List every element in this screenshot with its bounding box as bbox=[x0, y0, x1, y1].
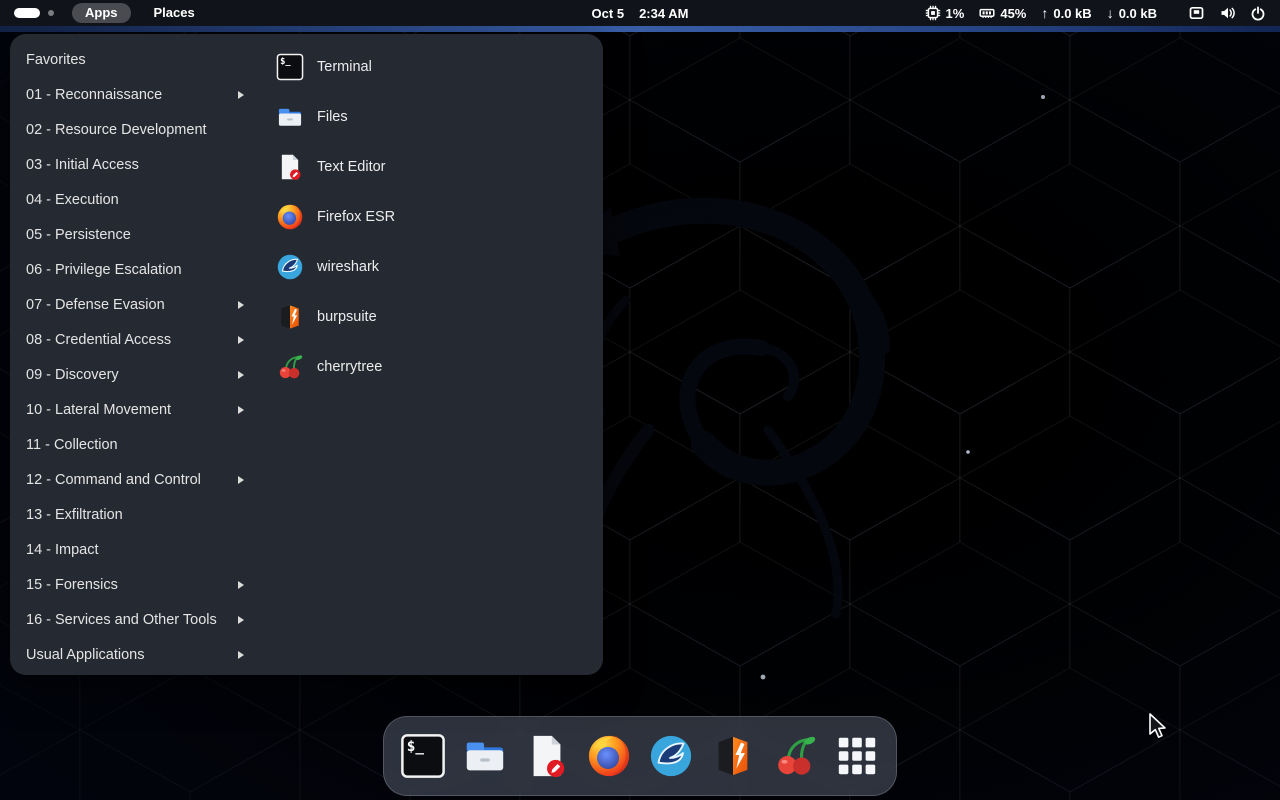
text-editor-icon bbox=[524, 733, 570, 779]
dock-cherrytree[interactable] bbox=[772, 733, 818, 779]
time-label: 2:34 AM bbox=[639, 6, 688, 21]
submenu-arrow-icon bbox=[238, 651, 244, 659]
net-upload-value: 0.0 kB bbox=[1053, 6, 1091, 21]
menu-category-impact[interactable]: 14 - Impact bbox=[10, 532, 256, 567]
menu-category-favorites[interactable]: Favorites bbox=[10, 42, 256, 77]
apps-grid-icon bbox=[834, 733, 880, 779]
workspace-indicator[interactable] bbox=[14, 8, 54, 18]
menu-category-exfiltration[interactable]: 13 - Exfiltration bbox=[10, 497, 256, 532]
submenu-arrow-icon bbox=[238, 371, 244, 379]
files-icon bbox=[462, 733, 508, 779]
arrow-down-icon: ↓ bbox=[1107, 5, 1114, 21]
wireshark-icon bbox=[648, 733, 694, 779]
menu-app-text-editor[interactable]: Text Editor bbox=[260, 142, 411, 192]
menu-category-lateral-movement[interactable]: 10 - Lateral Movement bbox=[10, 392, 256, 427]
dock-files[interactable] bbox=[462, 733, 508, 779]
firefox-icon bbox=[276, 203, 304, 231]
menu-category-resource-development[interactable]: 02 - Resource Development bbox=[10, 112, 256, 147]
cherrytree-icon bbox=[276, 353, 304, 381]
burpsuite-icon bbox=[710, 733, 756, 779]
cpu-icon bbox=[925, 5, 941, 21]
network-icon[interactable] bbox=[1188, 5, 1205, 21]
cpu-indicator[interactable]: 1% bbox=[925, 5, 965, 21]
menu-category-list: Favorites 01 - Reconnaissance 02 - Resou… bbox=[10, 42, 256, 675]
power-icon[interactable] bbox=[1250, 5, 1266, 21]
menu-app-burpsuite[interactable]: burpsuite bbox=[260, 292, 411, 342]
menu-app-wireshark[interactable]: wireshark bbox=[260, 242, 411, 292]
menu-category-persistence[interactable]: 05 - Persistence bbox=[10, 217, 256, 252]
burpsuite-icon bbox=[276, 303, 304, 331]
workspace-active-pill bbox=[14, 8, 40, 18]
menu-category-services-other-tools[interactable]: 16 - Services and Other Tools bbox=[10, 602, 256, 637]
terminal-icon bbox=[400, 733, 446, 779]
menu-app-files[interactable]: Files bbox=[260, 92, 411, 142]
menu-category-discovery[interactable]: 09 - Discovery bbox=[10, 357, 256, 392]
firefox-icon bbox=[586, 733, 632, 779]
submenu-arrow-icon bbox=[238, 616, 244, 624]
menu-category-command-and-control[interactable]: 12 - Command and Control bbox=[10, 462, 256, 497]
menu-category-execution[interactable]: 04 - Execution bbox=[10, 182, 256, 217]
workspace-inactive-dot bbox=[48, 10, 54, 16]
terminal-icon bbox=[276, 53, 304, 81]
memory-usage-value: 45% bbox=[1000, 6, 1026, 21]
menu-category-collection[interactable]: 11 - Collection bbox=[10, 427, 256, 462]
menu-app-cherrytree[interactable]: cherrytree bbox=[260, 342, 411, 392]
menu-app-terminal[interactable]: Terminal bbox=[260, 42, 411, 92]
dock-firefox[interactable] bbox=[586, 733, 632, 779]
dock-terminal[interactable] bbox=[400, 733, 446, 779]
menu-category-initial-access[interactable]: 03 - Initial Access bbox=[10, 147, 256, 182]
top-panel: Apps Places Oct 5 2:34 AM 1% bbox=[0, 0, 1280, 26]
files-icon bbox=[276, 103, 304, 131]
memory-icon bbox=[979, 5, 995, 21]
text-editor-icon bbox=[276, 153, 304, 181]
cherrytree-icon bbox=[772, 733, 818, 779]
menu-category-forensics[interactable]: 15 - Forensics bbox=[10, 567, 256, 602]
menu-category-reconnaissance[interactable]: 01 - Reconnaissance bbox=[10, 77, 256, 112]
date-label: Oct 5 bbox=[592, 6, 625, 21]
applications-menu: Favorites 01 - Reconnaissance 02 - Resou… bbox=[10, 34, 603, 675]
submenu-arrow-icon bbox=[238, 336, 244, 344]
mouse-cursor bbox=[1148, 713, 1170, 739]
arrow-up-icon: ↑ bbox=[1041, 5, 1048, 21]
memory-indicator[interactable]: 45% bbox=[979, 5, 1026, 21]
dock-text-editor[interactable] bbox=[524, 733, 570, 779]
net-upload-indicator[interactable]: ↑ 0.0 kB bbox=[1041, 5, 1091, 21]
clock-button[interactable]: Oct 5 2:34 AM bbox=[592, 0, 689, 26]
submenu-arrow-icon bbox=[238, 581, 244, 589]
menu-favorites-list: Terminal Files Text Editor Firefox ESR w… bbox=[260, 42, 411, 675]
submenu-arrow-icon bbox=[238, 406, 244, 414]
submenu-arrow-icon bbox=[238, 301, 244, 309]
wireshark-icon bbox=[276, 253, 304, 281]
menu-app-firefox[interactable]: Firefox ESR bbox=[260, 192, 411, 242]
dock bbox=[383, 716, 897, 796]
apps-menu-button[interactable]: Apps bbox=[72, 3, 131, 23]
cpu-usage-value: 1% bbox=[946, 6, 965, 21]
submenu-arrow-icon bbox=[238, 476, 244, 484]
menu-category-defense-evasion[interactable]: 07 - Defense Evasion bbox=[10, 287, 256, 322]
dock-wireshark[interactable] bbox=[648, 733, 694, 779]
menu-category-usual-applications[interactable]: Usual Applications bbox=[10, 637, 256, 672]
menu-category-credential-access[interactable]: 08 - Credential Access bbox=[10, 322, 256, 357]
dock-show-applications[interactable] bbox=[834, 733, 880, 779]
volume-icon[interactable] bbox=[1219, 5, 1236, 21]
dock-burpsuite[interactable] bbox=[710, 733, 756, 779]
net-download-indicator[interactable]: ↓ 0.0 kB bbox=[1107, 5, 1157, 21]
submenu-arrow-icon bbox=[238, 91, 244, 99]
net-download-value: 0.0 kB bbox=[1119, 6, 1157, 21]
places-menu-button[interactable]: Places bbox=[141, 3, 208, 23]
menu-category-privilege-escalation[interactable]: 06 - Privilege Escalation bbox=[10, 252, 256, 287]
